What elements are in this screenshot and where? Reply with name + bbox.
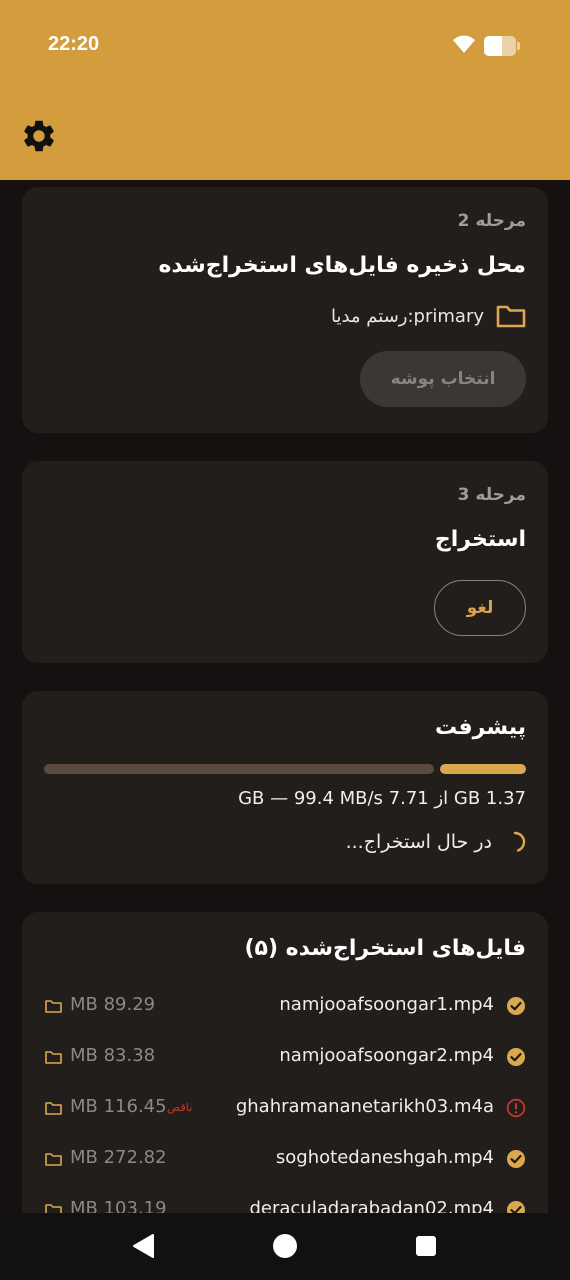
folder-open-icon[interactable] xyxy=(45,1101,62,1115)
progress-status-text: در حال استخراج... xyxy=(345,831,492,853)
step2-label: مرحله 2 xyxy=(457,211,526,231)
folder-open-icon[interactable] xyxy=(45,1152,62,1166)
progress-track xyxy=(44,764,434,774)
step2-card: مرحله 2 محل ذخیره فایل‌های استخراج‌شده p… xyxy=(22,187,548,433)
spinner-icon xyxy=(513,831,526,852)
gear-icon[interactable] xyxy=(20,117,58,155)
file-row[interactable]: namjooafsoongar1.mp4 MB 89.29 xyxy=(22,990,548,1041)
app-bar: 22:20 xyxy=(0,0,570,180)
incomplete-badge: ناقص xyxy=(167,1101,193,1114)
file-name: namjooafsoongar1.mp4 xyxy=(279,994,494,1015)
battery-icon xyxy=(484,36,520,56)
check-circle-icon xyxy=(507,997,525,1015)
file-row[interactable]: soghotedaneshgah.mp4 MB 272.82 xyxy=(22,1143,548,1194)
cancel-button[interactable]: لغو xyxy=(434,580,526,636)
files-card: فایل‌های استخراج‌شده (۵) namjooafsoongar… xyxy=(22,912,548,1252)
choose-folder-button[interactable]: انتخاب پوشه xyxy=(360,351,526,407)
files-title: فایل‌های استخراج‌شده (۵) xyxy=(244,936,526,961)
check-circle-icon xyxy=(507,1150,525,1168)
progress-card: پیشرفت GB — 99.4 MB/s 7.71 از GB 1.37 در… xyxy=(22,691,548,884)
system-nav-bar xyxy=(0,1213,570,1280)
check-circle-icon xyxy=(507,1048,525,1066)
step3-card: مرحله 3 استخراج لغو xyxy=(22,461,548,663)
folder-icon xyxy=(496,305,526,328)
file-row[interactable]: namjooafsoongar2.mp4 MB 83.38 xyxy=(22,1041,548,1092)
file-size: MB 89.29 xyxy=(70,994,156,1015)
step3-label: مرحله 3 xyxy=(457,485,526,505)
file-list: namjooafsoongar1.mp4 MB 89.29 namjooafsoon… xyxy=(22,990,548,1245)
home-icon[interactable] xyxy=(270,1231,300,1261)
file-size: MB 83.38 xyxy=(70,1045,156,1066)
file-size: MB 272.82 xyxy=(70,1147,167,1168)
app-screen: 22:20 مرحله 2 محل ذخیره فایل‌های استخراج… xyxy=(0,0,570,1280)
status-time: 22:20 xyxy=(48,33,100,55)
file-name: soghotedaneshgah.mp4 xyxy=(275,1147,494,1168)
folder-open-icon[interactable] xyxy=(45,999,62,1013)
back-icon[interactable] xyxy=(129,1231,159,1261)
progress-fill xyxy=(440,764,526,774)
error-circle-icon xyxy=(506,1098,526,1118)
progress-title: پیشرفت xyxy=(434,715,526,740)
file-name: ghahramananetarikh03.m4a xyxy=(235,1096,494,1117)
wifi-icon xyxy=(453,35,475,53)
storage-path-row: primary:رستم مدیا xyxy=(331,303,526,329)
file-size: MB 116.45 xyxy=(70,1096,167,1117)
recents-icon[interactable] xyxy=(411,1231,441,1261)
file-row[interactable]: ghahramananetarikh03.m4a ناقص MB 116.45 xyxy=(22,1092,548,1143)
step3-title: استخراج xyxy=(434,527,526,552)
progress-stats: GB — 99.4 MB/s 7.71 از GB 1.37 xyxy=(238,788,526,809)
folder-open-icon[interactable] xyxy=(45,1050,62,1064)
progress-status-row: در حال استخراج... xyxy=(346,831,526,853)
storage-path-text: primary:رستم مدیا xyxy=(330,305,484,327)
step2-title: محل ذخیره فایل‌های استخراج‌شده xyxy=(158,253,526,278)
file-name: namjooafsoongar2.mp4 xyxy=(279,1045,494,1066)
